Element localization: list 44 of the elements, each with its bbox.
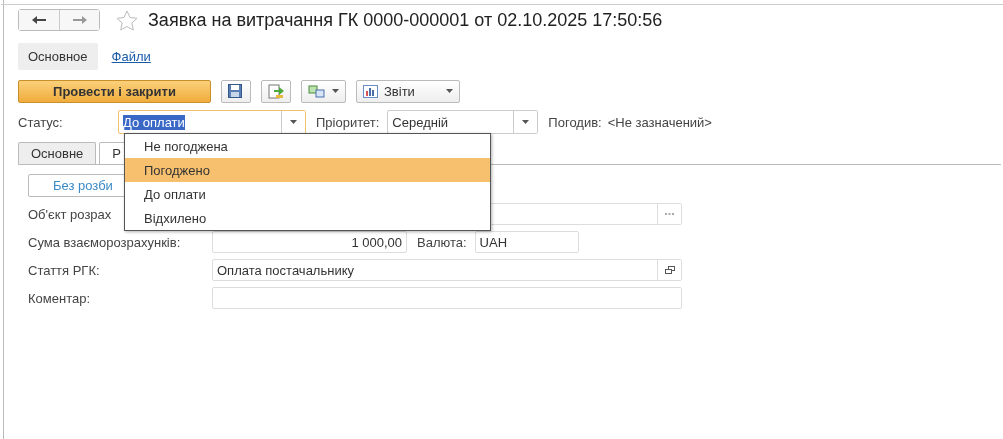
create-based-button[interactable] [301,79,346,103]
article-field[interactable]: Оплата постачальнику [212,259,682,281]
approver-value: <Не зазначений> [607,114,712,130]
open-button[interactable] [657,260,681,280]
field-label: Сума взаєморозрахунків: [28,234,181,250]
back-button[interactable] [19,10,59,30]
dropdown-option[interactable]: Відхилено [125,206,490,230]
caret-icon [332,89,339,93]
tab[interactable]: Основне [18,142,97,164]
field-label: Коментар: [28,290,91,306]
currency-field[interactable]: UAH [474,231,579,253]
field-label: Об'єкт розрах [28,206,112,222]
post-and-close-button[interactable]: Провести і закрити [18,79,211,103]
field-label: Стаття РГК: [28,262,100,278]
dropdown-option[interactable]: Погоджено [125,158,490,182]
caret-icon [446,89,453,93]
section-link[interactable]: Основное [18,42,98,70]
arrow-right-icon [72,16,87,24]
approver-label: Погодив: [548,114,602,130]
status-label: Статус: [18,114,64,130]
window-title: Заявка на витрачання ГК 0000-000001 от 02.10.2025 17:50:56 [148,9,663,31]
reports-button[interactable]: Звіти [356,79,460,103]
ellipsis-button[interactable] [657,204,681,224]
priority-label: Пріоритет: [316,114,380,130]
section-link[interactable]: Файли [111,42,151,70]
dropdown-button[interactable] [281,111,305,133]
amount-field[interactable]: 1 000,00 [212,231,407,253]
dropdown-option[interactable]: Не погоджена [125,134,490,158]
bar-chart-icon [363,84,378,98]
star-icon[interactable] [116,9,138,31]
document-arrow-icon [268,83,284,99]
dropdown-button[interactable] [513,111,538,133]
post-button[interactable] [261,79,291,103]
caret-icon [522,120,530,124]
caret-icon [290,120,297,124]
documents-icon [308,84,326,98]
comment-field[interactable] [212,287,682,309]
priority-combobox[interactable]: Середній [387,110,539,134]
arrow-left-icon [32,16,46,24]
status-combobox[interactable]: До оплати [118,110,306,134]
save-button[interactable] [221,79,251,103]
open-window-icon [664,266,675,274]
currency-label: Валюта: [417,234,467,250]
dropdown-option[interactable]: До оплати [125,182,490,206]
